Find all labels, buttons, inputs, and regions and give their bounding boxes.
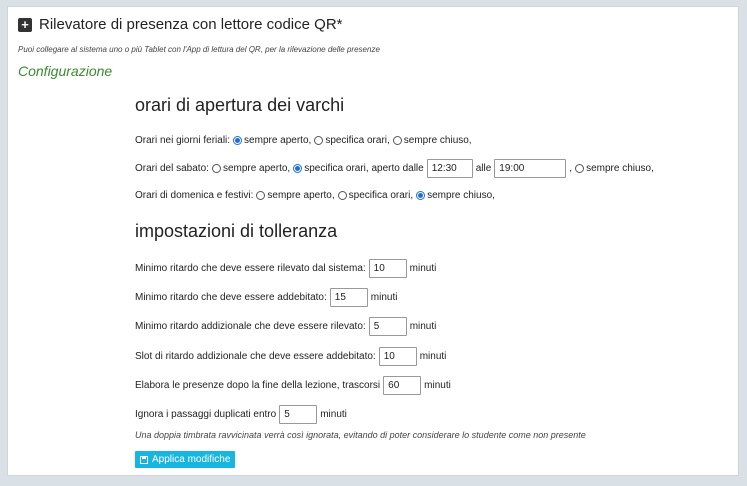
unit-label: minuti <box>409 263 437 274</box>
sundays-radio-specific[interactable] <box>337 191 347 200</box>
page-subtitle: Puoi collegare al sistema uno o più Tabl… <box>18 45 380 54</box>
tolerance-heading: impostazioni di tolleranza <box>135 221 338 241</box>
apply-changes-label: Applica modifiche <box>152 454 231 465</box>
tolerance-row: Minimo ritardo addizionale che deve esse… <box>135 317 436 336</box>
weekdays-option-open: sempre aperto, <box>244 135 312 146</box>
process-after-lesson-input[interactable] <box>383 376 422 395</box>
tolerance-label: Ignora i passaggi duplicati entro <box>135 409 277 420</box>
page-title: Rilevatore di presenza con lettore codic… <box>39 16 343 33</box>
duplicate-note: Una doppia timbrata ravvicinata verrà co… <box>135 430 586 440</box>
saturday-from-input[interactable] <box>426 159 473 178</box>
weekdays-radio-closed[interactable] <box>392 136 402 145</box>
panel-header: + Rilevatore di presenza con lettore cod… <box>18 16 343 33</box>
weekdays-option-specific: specifica orari, <box>325 135 390 146</box>
tolerance-row: Elabora le presenze dopo la fine della l… <box>135 376 451 395</box>
unit-label: minuti <box>424 380 451 391</box>
weekdays-radio-open[interactable] <box>233 136 243 145</box>
save-icon <box>140 455 148 464</box>
saturday-option-open: sempre aperto, <box>222 163 291 174</box>
tolerance-row: Minimo ritardo che deve essere rilevato … <box>135 259 436 278</box>
tolerance-row: Minimo ritardo che deve essere addebitat… <box>135 288 397 307</box>
saturday-radio-open[interactable] <box>211 164 221 173</box>
weekdays-radio-specific[interactable] <box>314 136 324 145</box>
tolerance-label: Slot di ritardo addizionale che deve ess… <box>135 351 376 362</box>
sundays-radio-closed[interactable] <box>416 191 426 200</box>
weekdays-label: Orari nei giorni feriali: <box>135 135 231 146</box>
opening-hours-heading: orari di apertura dei varchi <box>135 95 345 115</box>
min-delay-charged-input[interactable] <box>329 288 368 307</box>
unit-label: minuti <box>419 351 447 362</box>
apply-changes-button[interactable]: Applica modifiche <box>135 451 236 468</box>
sundays-label: Orari di domenica e festivi: <box>135 190 254 201</box>
unit-label: minuti <box>409 321 437 332</box>
saturday-row: Orari del sabato: sempre aperto, specifi… <box>135 159 654 178</box>
sundays-option-specific: specifica orari, <box>348 190 414 201</box>
sundays-row: Orari di domenica e festivi: sempre aper… <box>135 190 495 201</box>
saturday-radio-specific[interactable] <box>293 164 303 173</box>
sundays-option-closed: sempre chiuso, <box>427 190 495 201</box>
min-additional-delay-input[interactable] <box>368 317 407 336</box>
tolerance-label: Minimo ritardo addizionale che deve esse… <box>135 321 366 332</box>
tolerance-row: Ignora i passaggi duplicati entro minuti <box>135 405 347 424</box>
saturday-to-input[interactable] <box>494 159 567 178</box>
saturday-radio-closed[interactable] <box>575 164 585 173</box>
tolerance-label: Minimo ritardo che deve essere rilevato … <box>135 263 366 274</box>
tolerance-label: Elabora le presenze dopo la fine della l… <box>135 380 381 391</box>
saturday-label: Orari del sabato: <box>135 163 209 174</box>
ignore-duplicates-input[interactable] <box>279 405 318 424</box>
sundays-option-open: sempre aperto, <box>267 190 335 201</box>
saturday-comma: , <box>569 163 573 174</box>
tolerance-label: Minimo ritardo che deve essere addebitat… <box>135 292 327 303</box>
saturday-to-label: alle <box>475 163 492 174</box>
weekdays-option-closed: sempre chiuso, <box>403 135 472 146</box>
weekdays-row: Orari nei giorni feriali: sempre aperto,… <box>135 135 472 146</box>
unit-label: minuti <box>320 409 347 420</box>
unit-label: minuti <box>370 292 398 303</box>
settings-panel: + Rilevatore di presenza con lettore cod… <box>7 6 739 476</box>
tolerance-row: Slot di ritardo addizionale che deve ess… <box>135 347 446 366</box>
min-delay-detected-input[interactable] <box>368 259 407 278</box>
sundays-radio-open[interactable] <box>256 191 266 200</box>
additional-delay-slot-input[interactable] <box>378 347 417 366</box>
saturday-option-closed: sempre chiuso, <box>586 163 654 174</box>
saturday-option-specific: specifica orari, aperto dalle <box>304 163 424 174</box>
configuration-link[interactable]: Configurazione <box>18 63 112 79</box>
plus-icon[interactable]: + <box>18 17 32 32</box>
